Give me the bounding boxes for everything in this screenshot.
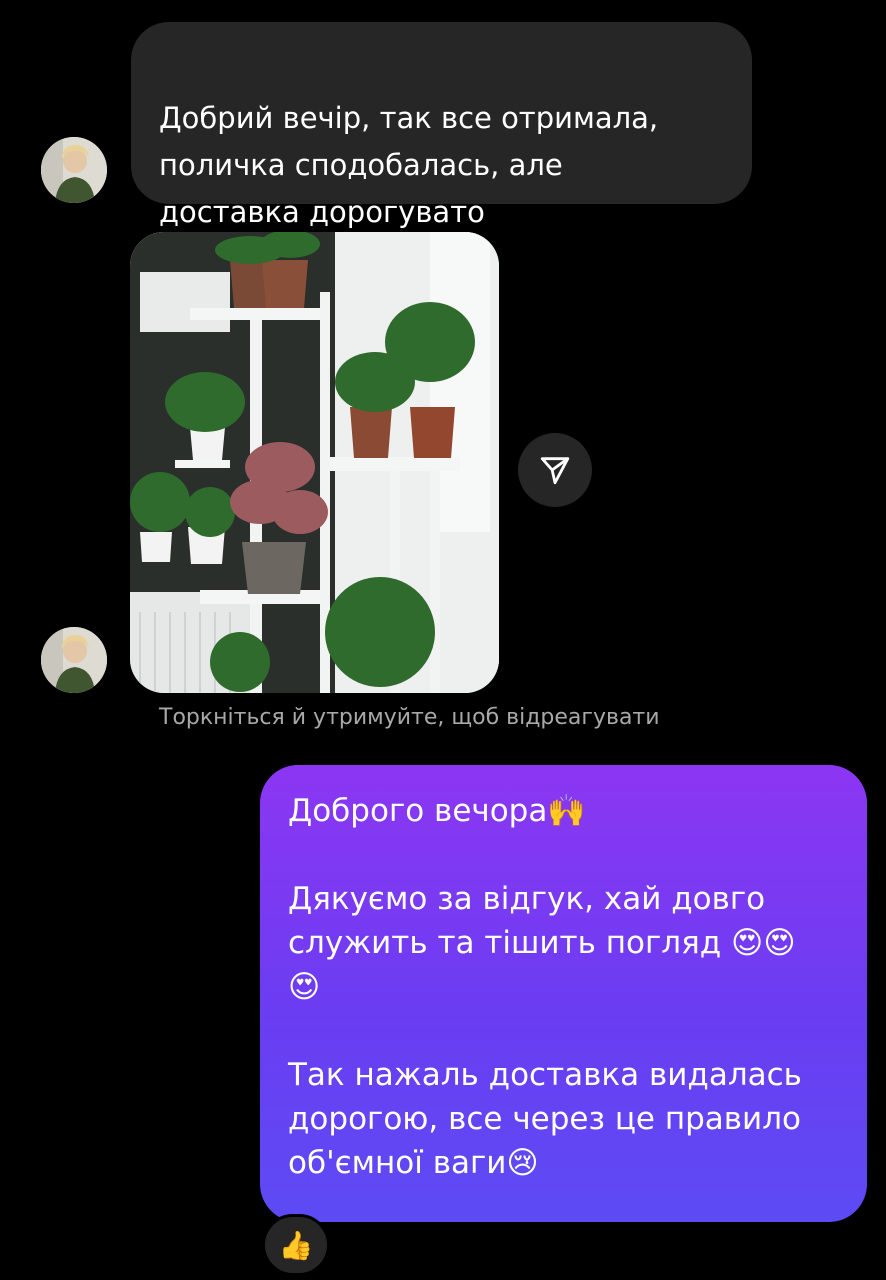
avatar-photo	[41, 627, 107, 693]
incoming-message-bubble[interactable]: Добрий вечір, так все отримала, поличка …	[131, 22, 752, 229]
sender-avatar[interactable]	[41, 137, 107, 203]
outgoing-message-bubble[interactable]: Доброго вечора🙌 Дякуємо за відгук, хай д…	[260, 765, 867, 1222]
sender-avatar[interactable]	[41, 627, 107, 693]
message-reaction[interactable]: 👍	[262, 1214, 330, 1276]
share-button[interactable]	[518, 433, 592, 507]
avatar-photo	[41, 137, 107, 203]
incoming-message-text: Добрий вечір, так все отримала, поличка …	[159, 101, 659, 229]
thumbs-up-icon: 👍	[278, 1228, 314, 1262]
incoming-photo-message[interactable]	[130, 232, 499, 693]
outgoing-message-paragraph: Дякуємо за відгук, хай довго служить та …	[288, 881, 796, 1005]
outgoing-message-paragraph: Так нажаль доставка видалась дорогою, вс…	[288, 1057, 802, 1181]
reaction-hint: Торкніться й утримуйте, щоб відреагувати	[159, 705, 660, 730]
outgoing-message-paragraph: Доброго вечора🙌	[288, 793, 586, 829]
paper-plane-icon	[540, 457, 570, 485]
plant-shelf-photo	[130, 232, 499, 693]
